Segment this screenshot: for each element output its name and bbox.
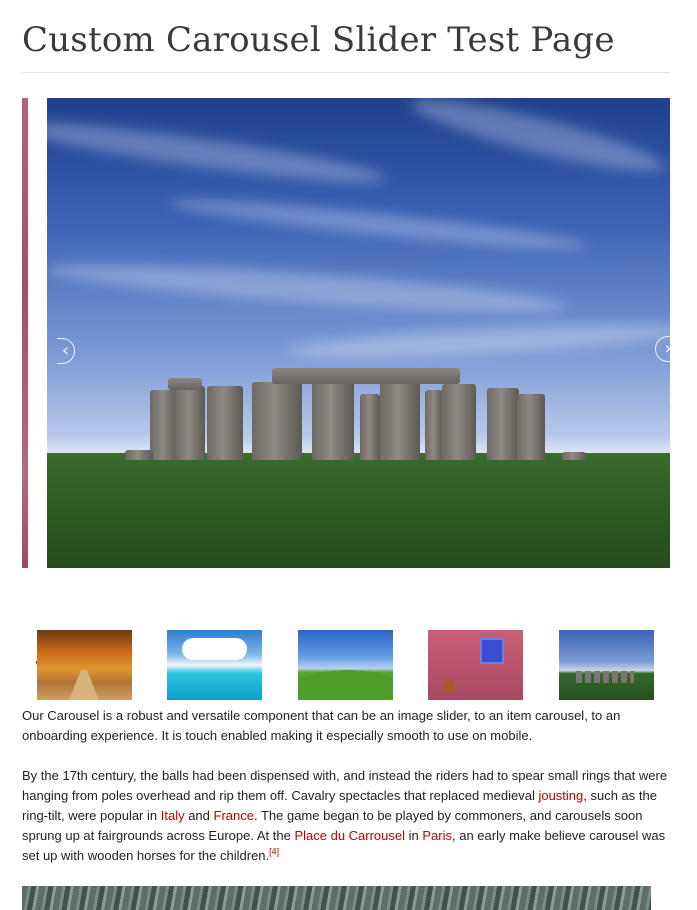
stone (207, 386, 243, 460)
carousel-prev-button[interactable]: ‹ (57, 338, 75, 364)
page-title: Custom Carousel Slider Test Page (22, 20, 615, 60)
road-shape (69, 670, 99, 700)
stone-lintel (272, 368, 460, 384)
stone (150, 390, 178, 460)
cloud-shape (182, 638, 247, 660)
link-italy[interactable]: Italy (161, 808, 185, 823)
cloud-streak (286, 317, 670, 365)
stone (175, 386, 205, 460)
cloud-streak (167, 191, 587, 257)
stone (312, 382, 354, 460)
stone-lintel (168, 378, 202, 390)
stone (517, 394, 545, 460)
reference-link[interactable]: [4] (269, 847, 279, 857)
thumbnail-stonehenge[interactable] (559, 630, 654, 700)
stone (252, 382, 302, 460)
stone (442, 384, 476, 460)
stone (360, 394, 380, 460)
stone (487, 388, 519, 460)
stone (425, 390, 443, 460)
text-segment: and (184, 808, 214, 823)
window-shape (480, 638, 504, 664)
fallen-stone (125, 450, 153, 460)
link-france[interactable]: France (214, 808, 254, 823)
grass-field (47, 453, 670, 568)
stone (380, 382, 420, 460)
hill-shape (298, 670, 393, 700)
stones-shape (576, 671, 634, 683)
fallen-stone (562, 452, 586, 460)
carousel: ‹ › (22, 98, 670, 665)
thumbnail-tropical-island[interactable] (167, 630, 262, 700)
link-place-du-carrousel[interactable]: Place du Carrousel (294, 828, 405, 843)
intro-paragraph: Our Carousel is a robust and versatile c… (22, 708, 621, 743)
link-paris[interactable]: Paris (422, 828, 452, 843)
flower-pot-shape (444, 680, 454, 692)
carousel-slide-stonehenge[interactable]: ‹ › (47, 98, 670, 568)
thumbnail-autumn-road[interactable] (37, 630, 132, 700)
cloud-streak (406, 98, 668, 183)
carousel-next-button[interactable]: › (655, 336, 670, 362)
history-paragraph: By the 17th century, the balls had been … (22, 766, 677, 866)
cloud-streak (47, 254, 568, 322)
thumbnail-green-hill[interactable] (298, 630, 393, 700)
thumbnail-strip (37, 630, 657, 700)
title-divider (22, 72, 670, 73)
bottom-image (22, 886, 651, 910)
text-segment: in (405, 828, 423, 843)
cloud-streak (47, 111, 388, 193)
link-jousting[interactable]: jousting (538, 788, 583, 803)
thumbnail-pink-window[interactable] (428, 630, 523, 700)
previous-slide-edge[interactable] (22, 98, 28, 568)
